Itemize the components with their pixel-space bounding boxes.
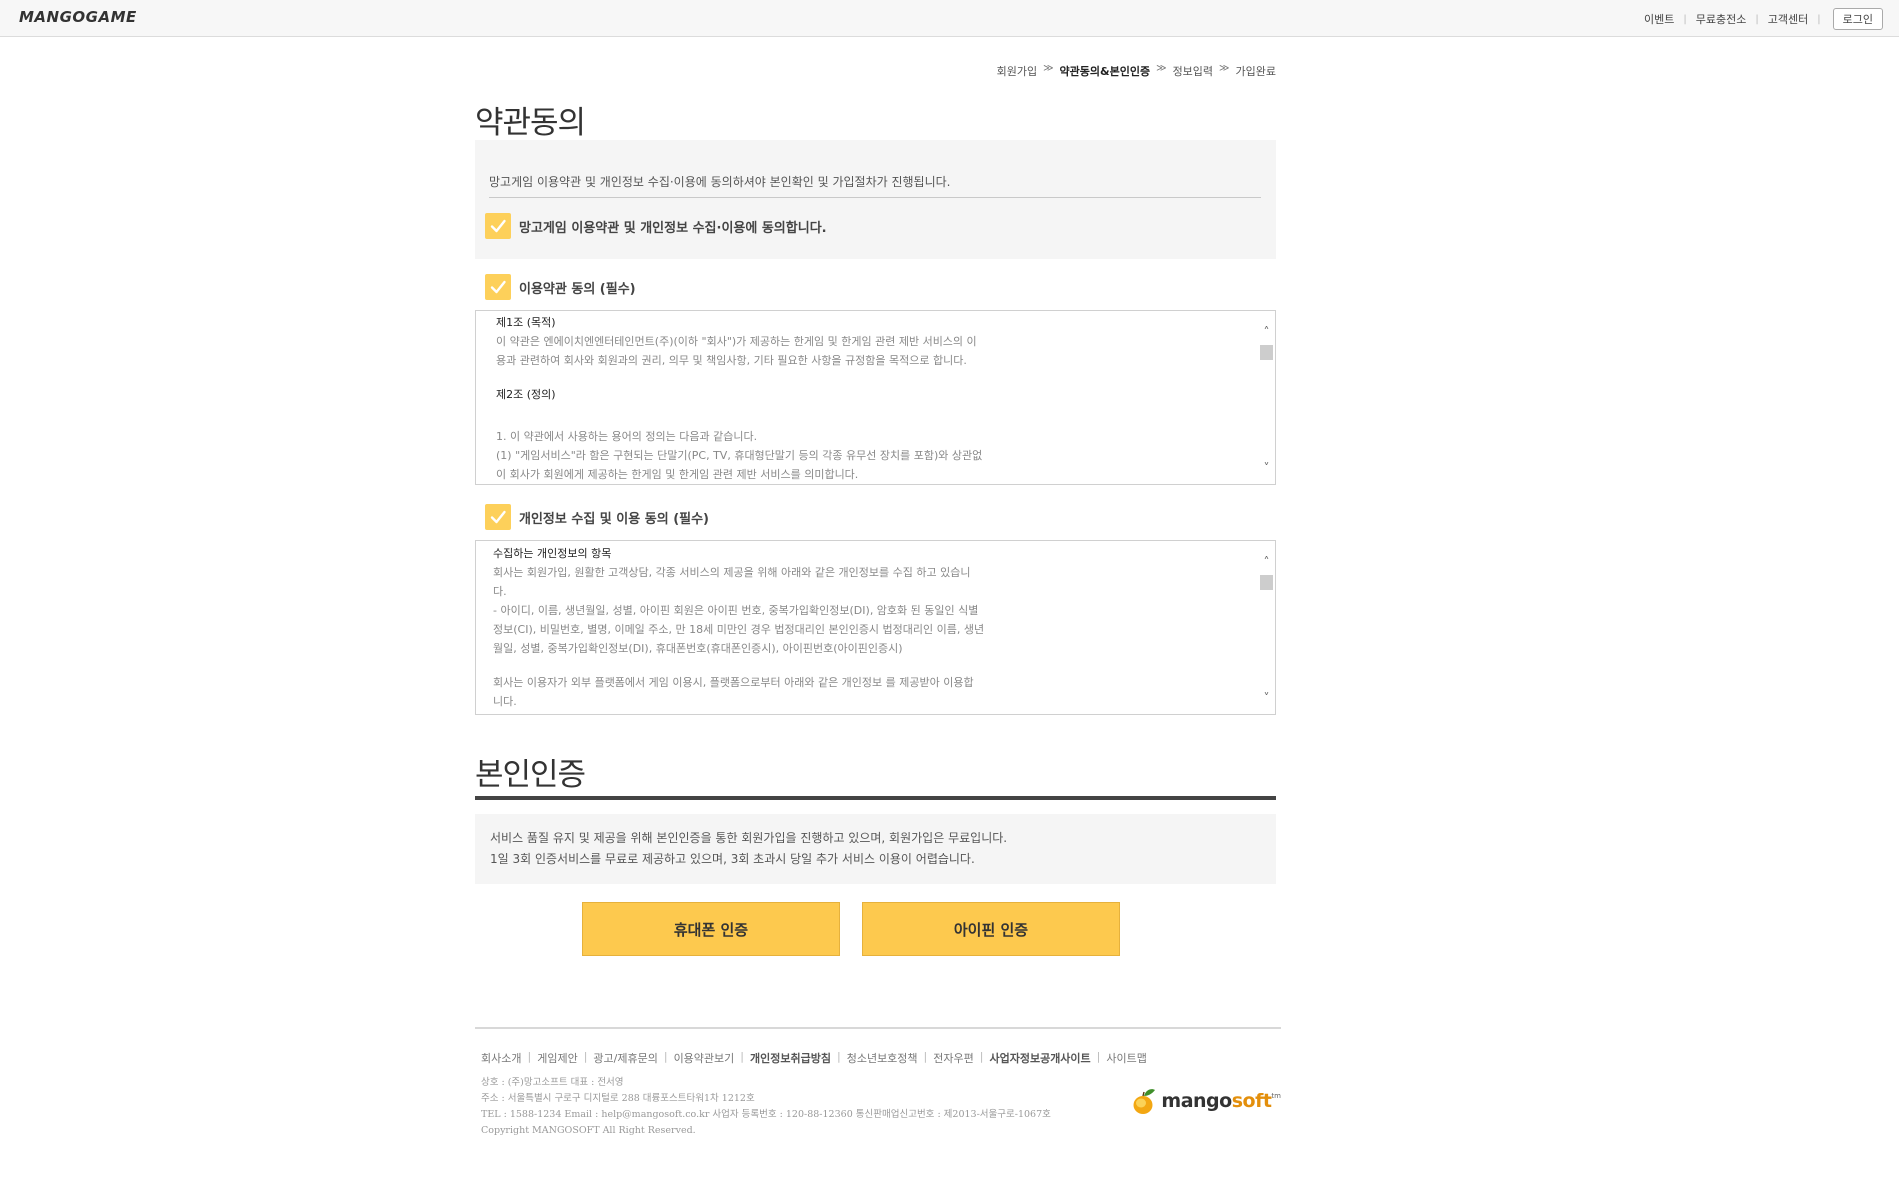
step-arrow: ≫: [1043, 63, 1054, 74]
logo-wordmark-accent: soft: [1231, 1090, 1272, 1112]
step-arrow: ≫: [1156, 63, 1167, 74]
scroll-down-icon[interactable]: ˅: [1258, 459, 1275, 476]
tos-text: 제1조 (목적) 이 약관은 엔에이치엔엔터테인먼트(주)(이하 "회사")가 …: [496, 313, 1076, 484]
tos-scrollbar[interactable]: ˄ ˅: [1258, 311, 1275, 484]
signup-steps: 회원가입 ≫ 약관동의&본인인증 ≫ 정보입력 ≫ 가입완료: [997, 63, 1276, 79]
verify-title: 본인인증: [475, 757, 586, 793]
tos-paragraph-line: 1. 이 약관에서 사용하는 용어의 정의는 다음과 같습니다.: [496, 430, 758, 443]
agree-all-checkbox-row[interactable]: 망고게임 이용약관 및 개인정보 수집·이용에 동의합니다.: [485, 213, 827, 239]
company-info-line: TEL : 1588-1234 Email : help@mangosoft.c…: [481, 1109, 1051, 1120]
footer-link-divider: |: [740, 1050, 745, 1063]
check-icon: [490, 219, 506, 233]
site-logo[interactable]: MANGOGAME: [19, 8, 137, 26]
scroll-thumb[interactable]: [1260, 575, 1273, 590]
step-arrow: ≫: [1219, 63, 1230, 74]
footer-link[interactable]: 이용약관보기: [674, 1050, 735, 1066]
footer-link[interactable]: 전자우편: [933, 1050, 973, 1066]
footer-link[interactable]: 광고/제휴문의: [593, 1050, 657, 1066]
footer: 회사소개 | 게임제안 | 광고/제휴문의 | 이용약관보기 | 개인정보취급방침 | 청소년보호정…: [475, 1027, 1281, 1136]
title-rule: [475, 796, 1276, 800]
nav-free-charge[interactable]: 무료충전소: [1696, 11, 1747, 27]
verify-info-text: 서비스 품질 유지 및 제공을 위해 본인인증을 통한 회원가입을 진행하고 있…: [490, 828, 1007, 870]
privacy-paragraph-line: 월일, 성별, 중복가입확인정보(DI), 휴대폰번호(휴대폰인증시), 아이핀…: [493, 642, 903, 655]
ipin-verify-button[interactable]: 아이핀 인증: [862, 902, 1120, 956]
footer-link[interactable]: 개인정보취급방침: [750, 1050, 831, 1066]
top-bar: MANGOGAME 이벤트 | 무료충전소 | 고객센터 | 로그인: [0, 0, 1899, 37]
footer-link-divider: |: [979, 1050, 984, 1063]
privacy-paragraph-line: - 아이디, 이름, 생년월일, 성별, 아이핀 회원은 아이핀 번호, 중복가…: [493, 604, 979, 617]
company-info-line: 상호 : (주)망고소프트 대표 : 전서영: [481, 1077, 624, 1088]
logo-wordmark-main: mango: [1161, 1090, 1232, 1112]
company-info: 상호 : (주)망고소프트 대표 : 전서영 주소 : 서울특별시 구로구 디지…: [481, 1075, 1051, 1139]
privacy-paragraph-line: 회사는 회원가입, 원활한 고객상담, 각종 서비스의 제공을 위해 아래와 같…: [493, 566, 971, 579]
trademark-mark: tm: [1271, 1092, 1281, 1100]
scroll-up-icon[interactable]: ˄: [1258, 323, 1275, 340]
company-info-line: 주소 : 서울특별시 구로구 디지털로 288 대륭포스트타워1차 1212호: [481, 1093, 755, 1104]
check-icon: [490, 280, 506, 294]
tos-label: 이용약관 동의 (필수): [519, 281, 636, 297]
mango-icon: [1133, 1089, 1156, 1114]
footer-link-divider: |: [663, 1050, 668, 1063]
tos-checkbox[interactable]: [485, 274, 511, 300]
verify-info-line: 서비스 품질 유지 및 제공을 위해 본인인증을 통한 회원가입을 진행하고 있…: [490, 831, 1008, 845]
terms-title: 약관동의: [475, 105, 586, 141]
step-terms-verify: 약관동의&본인인증: [1059, 65, 1151, 78]
privacy-checkbox-row[interactable]: 개인정보 수집 및 이용 동의 (필수): [485, 504, 709, 530]
footer-link-divider: |: [923, 1050, 928, 1063]
privacy-paragraph-line: 니다.: [493, 695, 517, 708]
privacy-heading: 수집하는 개인정보의 항목: [493, 547, 612, 560]
tos-paragraph-line: (1) "게임서비스"라 함은 구현되는 단말기(PC, TV, 휴대형단말기 …: [496, 449, 983, 462]
footer-link[interactable]: 사업자정보공개사이트: [989, 1050, 1090, 1066]
tos-paragraph-line: 이 약관은 엔에이치엔엔터테인먼트(주)(이하 "회사")가 제공하는 한게임 …: [496, 335, 977, 348]
privacy-scrollbar[interactable]: ˄ ˅: [1258, 541, 1275, 714]
privacy-text: 수집하는 개인정보의 항목 회사는 회원가입, 원활한 고객상담, 각종 서비스…: [493, 544, 1073, 711]
logo-wordmark: mangosoft: [1161, 1090, 1272, 1112]
agree-intro-text: 망고게임 이용약관 및 개인정보 수집·이용에 동의하셔야 본인확인 및 가입절…: [489, 175, 951, 189]
footer-link-divider: |: [583, 1050, 588, 1063]
tos-checkbox-row[interactable]: 이용약관 동의 (필수): [485, 274, 636, 300]
mangosoft-logo: mangosoft tm: [1131, 1086, 1281, 1116]
footer-link-divider: |: [836, 1050, 841, 1063]
verify-info-panel: 서비스 품질 유지 및 제공을 위해 본인인증을 통한 회원가입을 진행하고 있…: [475, 814, 1276, 884]
login-button[interactable]: 로그인: [1832, 8, 1883, 30]
nav-divider: |: [1683, 13, 1687, 25]
nav-divider: |: [1755, 13, 1759, 25]
scroll-thumb[interactable]: [1260, 345, 1273, 360]
copyright: Copyright MANGOSOFT All Right Reserved.: [481, 1125, 696, 1136]
footer-link[interactable]: 사이트맵: [1106, 1050, 1146, 1066]
agree-all-panel: 망고게임 이용약관 및 개인정보 수집·이용에 동의하셔야 본인확인 및 가입절…: [475, 140, 1276, 259]
verify-info-line: 1일 3회 인증서비스를 무료로 제공하고 있으며, 3회 초과시 당일 추가 …: [490, 852, 975, 866]
footer-link[interactable]: 청소년보호정책: [847, 1050, 918, 1066]
footer-link-divider: |: [1096, 1050, 1101, 1063]
tos-article-heading: 제1조 (목적): [496, 316, 556, 329]
nav-divider: |: [1817, 13, 1821, 25]
nav-events[interactable]: 이벤트: [1644, 11, 1674, 27]
tos-article-heading: 제2조 (정의): [496, 388, 556, 401]
top-nav: 이벤트 | 무료충전소 | 고객센터 | 로그인: [1644, 8, 1883, 30]
nav-customer-center[interactable]: 고객센터: [1768, 11, 1808, 27]
agree-all-checkbox[interactable]: [485, 213, 511, 239]
check-icon: [490, 510, 506, 524]
privacy-label: 개인정보 수집 및 이용 동의 (필수): [519, 511, 709, 527]
privacy-checkbox[interactable]: [485, 504, 511, 530]
step-complete: 가입완료: [1235, 65, 1276, 78]
footer-link[interactable]: 회사소개: [481, 1050, 521, 1066]
phone-verify-button[interactable]: 휴대폰 인증: [582, 902, 840, 956]
scroll-down-icon[interactable]: ˅: [1258, 689, 1275, 706]
privacy-paragraph-line: 정보(CI), 비밀번호, 별명, 이메일 주소, 만 18세 미만인 경우 법…: [493, 623, 985, 636]
scroll-up-icon[interactable]: ˄: [1258, 553, 1275, 570]
privacy-paragraph-line: 다.: [493, 585, 507, 598]
tos-scroll-box[interactable]: 제1조 (목적) 이 약관은 엔에이치엔엔터테인먼트(주)(이하 "회사")가 …: [475, 310, 1276, 485]
divider: [489, 197, 1261, 198]
privacy-paragraph-line: 회사는 이용자가 외부 플랫폼에서 게임 이용시, 플랫폼으로부터 아래와 같은…: [493, 676, 974, 689]
step-info-input: 정보입력: [1172, 65, 1214, 78]
footer-link[interactable]: 게임제안: [537, 1050, 577, 1066]
agree-all-label: 망고게임 이용약관 및 개인정보 수집·이용에 동의합니다.: [519, 220, 827, 236]
privacy-scroll-box[interactable]: 수집하는 개인정보의 항목 회사는 회원가입, 원활한 고객상담, 각종 서비스…: [475, 540, 1276, 715]
tos-paragraph-line: 이 회사가 회원에게 제공하는 한게임 및 한게임 관련 제반 서비스를 의미합…: [496, 468, 859, 481]
footer-link-divider: |: [527, 1050, 532, 1063]
step-signup: 회원가입: [996, 65, 1038, 78]
footer-links: 회사소개 | 게임제안 | 광고/제휴문의 | 이용약관보기 | 개인정보취급방침 | 청소년보호정…: [481, 1050, 1147, 1066]
tos-paragraph-line: 용과 관련하여 회사와 회원과의 권리, 의무 및 책임사항, 기타 필요한 사…: [496, 354, 967, 367]
